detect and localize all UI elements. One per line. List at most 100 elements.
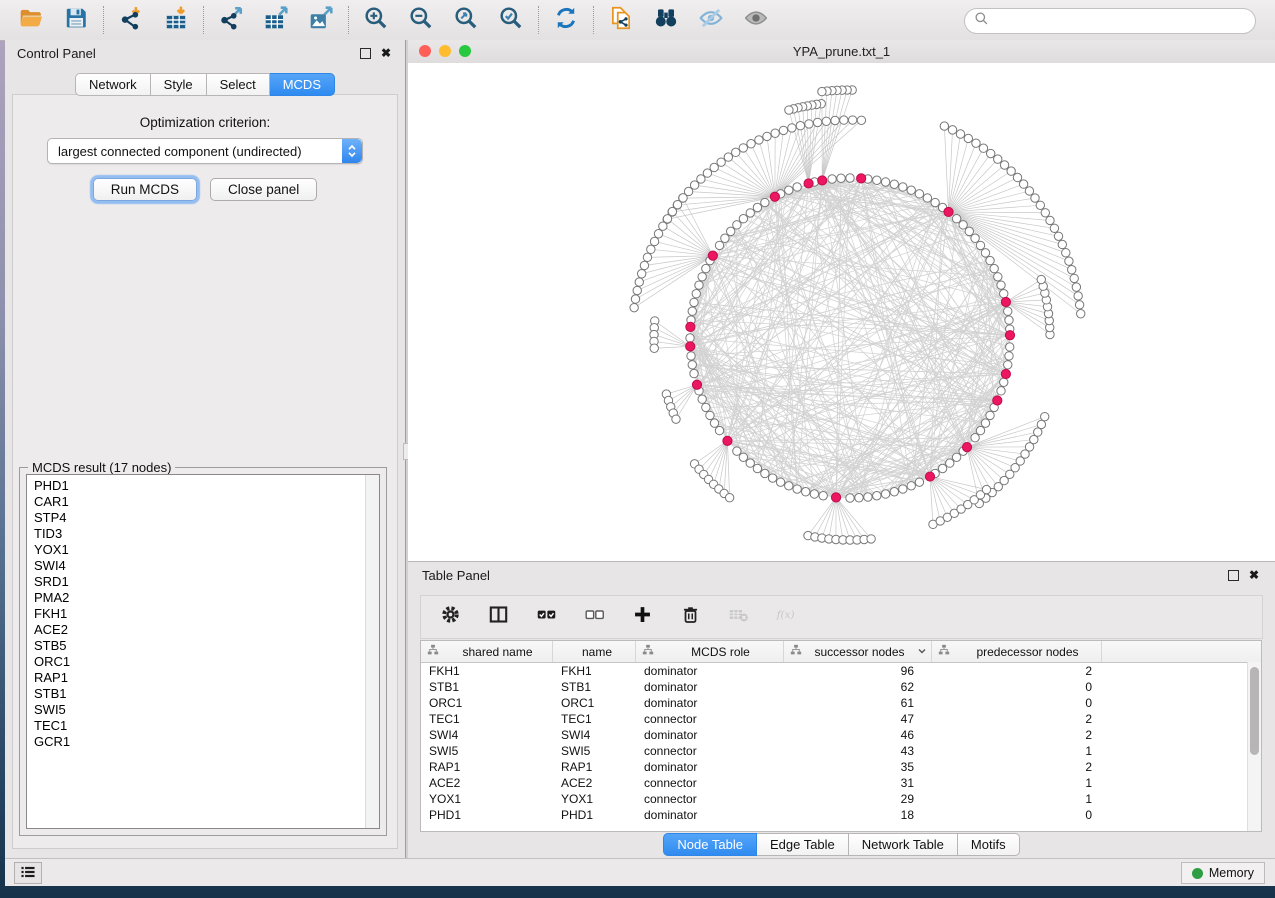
- table-row[interactable]: ACE2ACE2connector311: [421, 775, 1261, 791]
- cell-MCDS-role: connector: [636, 712, 784, 726]
- tab-select[interactable]: Select: [207, 73, 270, 96]
- hide-selected-button[interactable]: [697, 6, 725, 34]
- column-header-predecessor-nodes[interactable]: predecessor nodes: [932, 641, 1102, 662]
- cell-name: STB1: [553, 680, 636, 694]
- result-node-item[interactable]: STP4: [34, 510, 379, 526]
- export-table-button[interactable]: [262, 6, 290, 34]
- panel-selector-button[interactable]: [14, 862, 42, 884]
- close-window-button[interactable]: [419, 45, 431, 57]
- tab-node-table[interactable]: Node Table: [663, 833, 757, 856]
- search-box[interactable]: [964, 8, 1256, 34]
- cell-shared-name: ORC1: [421, 696, 553, 710]
- import-network-button[interactable]: [117, 6, 145, 34]
- result-node-item[interactable]: YOX1: [34, 542, 379, 558]
- cell-MCDS-role: dominator: [636, 696, 784, 710]
- result-node-item[interactable]: ORC1: [34, 654, 379, 670]
- column-header-successor-nodes[interactable]: successor nodes: [784, 641, 932, 662]
- result-node-item[interactable]: TID3: [34, 526, 379, 542]
- table-row[interactable]: STB1STB1dominator620: [421, 679, 1261, 695]
- toggle-columns-button[interactable]: [486, 605, 510, 629]
- close-panel-icon[interactable]: ✖: [381, 47, 391, 59]
- result-node-item[interactable]: STB5: [34, 638, 379, 654]
- add-row-button[interactable]: [630, 605, 654, 629]
- tab-network[interactable]: Network: [75, 73, 151, 96]
- columns-icon: [488, 604, 509, 630]
- tab-mcds[interactable]: MCDS: [270, 73, 335, 96]
- result-node-item[interactable]: RAP1: [34, 670, 379, 686]
- first-neighbors-button[interactable]: [652, 6, 680, 34]
- cell-MCDS-role: dominator: [636, 664, 784, 678]
- zoom-selected-button[interactable]: [497, 6, 525, 34]
- tab-motifs[interactable]: Motifs: [958, 833, 1020, 856]
- table-row[interactable]: RAP1RAP1dominator352: [421, 759, 1261, 775]
- tree-icon: [790, 644, 802, 659]
- result-node-item[interactable]: PHD1: [34, 478, 379, 494]
- result-list-scrollbar[interactable]: [365, 475, 379, 828]
- column-header-name[interactable]: name: [553, 641, 636, 662]
- table-delete-icon: [728, 604, 749, 630]
- result-node-item[interactable]: SWI5: [34, 702, 379, 718]
- result-node-item[interactable]: SWI4: [34, 558, 379, 574]
- table-row[interactable]: FKH1FKH1dominator962: [421, 663, 1261, 679]
- table-row[interactable]: SWI5SWI5connector431: [421, 743, 1261, 759]
- table-row[interactable]: PHD1PHD1dominator180: [421, 807, 1261, 823]
- minimize-window-button[interactable]: [439, 45, 451, 57]
- import-table-button[interactable]: [162, 6, 190, 34]
- result-node-item[interactable]: FKH1: [34, 606, 379, 622]
- run-mcds-button[interactable]: Run MCDS: [93, 178, 197, 201]
- network-canvas[interactable]: [408, 63, 1275, 561]
- table-scrollbar[interactable]: [1247, 662, 1261, 831]
- delete-selected-rows-button[interactable]: [678, 605, 702, 629]
- close-mcds-panel-button[interactable]: Close panel: [210, 178, 317, 201]
- table-toolbar: f(x): [420, 595, 1263, 639]
- result-node-item[interactable]: GCR1: [34, 734, 379, 750]
- deselect-all-rows-button[interactable]: [582, 605, 606, 629]
- zoom-fit-icon: [453, 5, 479, 36]
- eye-slash-icon: [698, 5, 724, 36]
- select-all-rows-button[interactable]: [534, 605, 558, 629]
- search-input[interactable]: [994, 13, 1246, 29]
- list-icon: [20, 864, 36, 883]
- column-header-MCDS-role[interactable]: MCDS role: [636, 641, 784, 662]
- export-network-button[interactable]: [217, 6, 245, 34]
- memory-button[interactable]: Memory: [1181, 862, 1265, 884]
- tab-network-table[interactable]: Network Table: [849, 833, 958, 856]
- result-node-item[interactable]: TEC1: [34, 718, 379, 734]
- result-node-item[interactable]: PMA2: [34, 590, 379, 606]
- show-all-button[interactable]: [742, 6, 770, 34]
- control-panel-tabs: NetworkStyleSelectMCDS: [5, 73, 405, 96]
- zoom-out-button[interactable]: [407, 6, 435, 34]
- result-node-item[interactable]: CAR1: [34, 494, 379, 510]
- apply-layout-button[interactable]: [552, 6, 580, 34]
- table-settings-button[interactable]: [438, 605, 462, 629]
- criterion-dropdown[interactable]: largest connected component (undirected): [47, 138, 363, 164]
- zoom-in-button[interactable]: [362, 6, 390, 34]
- mcds-result-list: PHD1CAR1STP4TID3YOX1SWI4SRD1PMA2FKH1ACE2…: [26, 474, 380, 829]
- float-table-panel-icon[interactable]: [1228, 570, 1239, 581]
- result-node-item[interactable]: STB1: [34, 686, 379, 702]
- tab-style[interactable]: Style: [151, 73, 207, 96]
- export-image-button[interactable]: [307, 6, 335, 34]
- save-session-button[interactable]: [62, 6, 90, 34]
- tab-edge-table[interactable]: Edge Table: [757, 833, 849, 856]
- table-row[interactable]: YOX1YOX1connector291: [421, 791, 1261, 807]
- network-graph[interactable]: [408, 63, 1275, 561]
- float-panel-icon[interactable]: [360, 48, 371, 59]
- table-scrollbar-thumb[interactable]: [1250, 667, 1259, 755]
- result-node-item[interactable]: ACE2: [34, 622, 379, 638]
- cell-name: YOX1: [553, 792, 636, 806]
- cell-predecessor-nodes: 2: [932, 664, 1102, 678]
- table-row[interactable]: ORC1ORC1dominator610: [421, 695, 1261, 711]
- result-node-item[interactable]: SRD1: [34, 574, 379, 590]
- close-table-panel-icon[interactable]: ✖: [1249, 569, 1259, 581]
- zoom-window-button[interactable]: [459, 45, 471, 57]
- open-session-button[interactable]: [17, 6, 45, 34]
- zoom-fit-button[interactable]: [452, 6, 480, 34]
- table-row[interactable]: SWI4SWI4dominator462: [421, 727, 1261, 743]
- column-header-shared-name[interactable]: shared name: [421, 641, 553, 662]
- network-from-selection-button[interactable]: [607, 6, 635, 34]
- delete-table-button: [726, 605, 750, 629]
- cell-name: RAP1: [553, 760, 636, 774]
- table-row[interactable]: TEC1TEC1connector472: [421, 711, 1261, 727]
- cell-successor-nodes: 47: [784, 712, 932, 726]
